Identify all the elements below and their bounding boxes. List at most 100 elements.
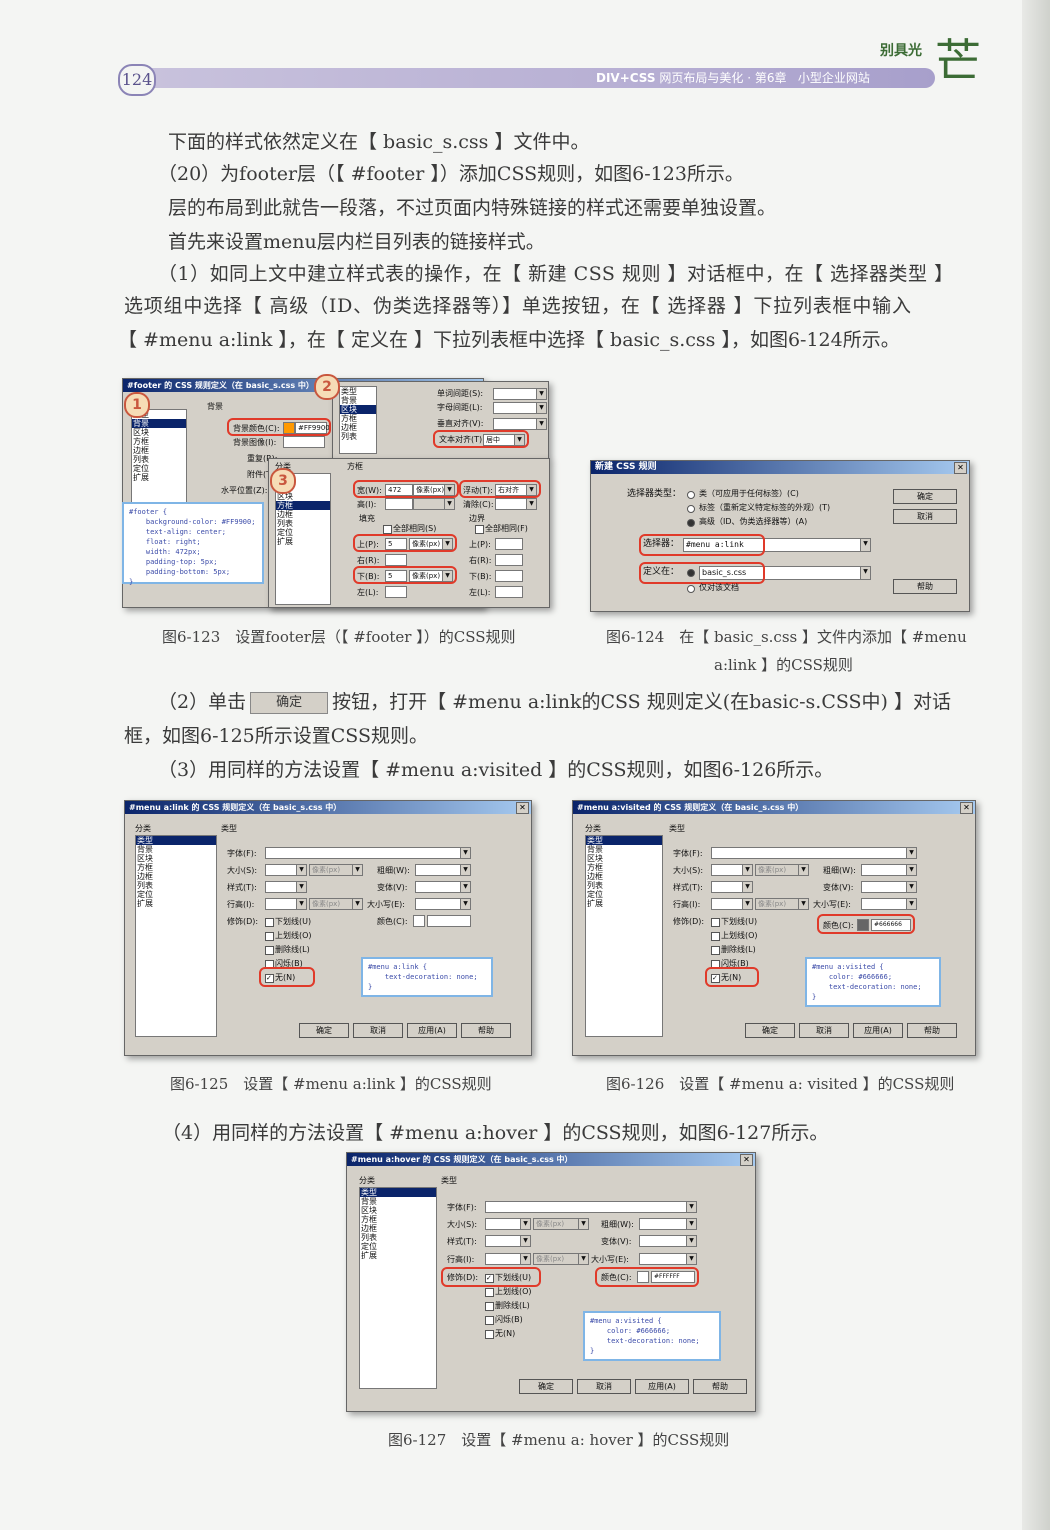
category-list[interactable]: 类型 背景 区块 方框 边框 列表 xyxy=(339,386,377,454)
category-item[interactable]: 列表 xyxy=(586,881,662,890)
help-button[interactable]: 帮助 xyxy=(693,1379,747,1394)
category-item[interactable]: 区块 xyxy=(136,854,216,863)
help-button[interactable]: 帮助 xyxy=(893,579,957,594)
category-item[interactable]: 定位 xyxy=(132,464,186,473)
close-icon[interactable]: ✕ xyxy=(516,802,529,814)
vertical-align-field[interactable]: ▼ xyxy=(493,418,547,430)
bg-image-field[interactable] xyxy=(283,436,325,448)
overline-checkbox[interactable] xyxy=(711,932,720,941)
apply-button[interactable]: 应用(A) xyxy=(407,1023,457,1038)
radio-advanced[interactable] xyxy=(687,519,695,527)
same-all-checkbox[interactable] xyxy=(383,525,392,534)
weight-select[interactable]: ▼ xyxy=(639,1218,697,1230)
size-unit-select[interactable]: 像素(px) ▼ xyxy=(309,864,363,876)
size-select[interactable]: ▼ xyxy=(265,864,307,876)
category-item[interactable]: 边框 xyxy=(276,510,330,519)
clear-field[interactable]: ▼ xyxy=(495,498,537,510)
strike-checkbox[interactable] xyxy=(485,1302,494,1311)
category-item[interactable]: 类型 xyxy=(360,1188,436,1197)
category-item[interactable]: 扩展 xyxy=(136,899,216,908)
word-spacing-field[interactable]: ▼ xyxy=(493,388,547,400)
height-field[interactable] xyxy=(385,498,413,510)
category-item[interactable]: 扩展 xyxy=(276,537,330,546)
category-item[interactable]: 方框 xyxy=(340,414,376,423)
category-item[interactable]: 扩展 xyxy=(132,473,186,482)
category-item[interactable]: 类型 xyxy=(340,387,376,396)
cancel-button[interactable]: 取消 xyxy=(353,1023,403,1038)
underline-checkbox[interactable] xyxy=(711,918,720,927)
size-select[interactable]: ▼ xyxy=(711,864,753,876)
case-select[interactable]: ▼ xyxy=(415,898,471,910)
category-item[interactable]: 区块 xyxy=(132,428,186,437)
category-item[interactable]: 扩展 xyxy=(360,1251,436,1260)
apply-button[interactable]: 应用(A) xyxy=(853,1023,903,1038)
font-select[interactable]: ▼ xyxy=(265,847,471,859)
category-item[interactable]: 列表 xyxy=(132,455,186,464)
category-item[interactable]: 背景 xyxy=(586,845,662,854)
category-item[interactable]: 方框 xyxy=(132,437,186,446)
category-item[interactable]: 列表 xyxy=(136,881,216,890)
category-list[interactable]: 类型 背景 区块 方框 边框 列表 定位 扩展 xyxy=(585,835,663,1037)
margin-top-field[interactable] xyxy=(495,538,523,550)
category-item[interactable]: 边框 xyxy=(136,872,216,881)
cancel-button[interactable]: 取消 xyxy=(893,509,957,524)
height-unit-select[interactable]: ▼ xyxy=(413,498,455,510)
category-item[interactable]: 区块 xyxy=(586,854,662,863)
radio-class[interactable] xyxy=(687,491,695,499)
weight-select[interactable]: ▼ xyxy=(861,864,917,876)
overline-checkbox[interactable] xyxy=(485,1288,494,1297)
category-item[interactable]: 背景 xyxy=(340,396,376,405)
category-item[interactable]: 区块 xyxy=(340,405,376,414)
category-item[interactable]: 定位 xyxy=(276,528,330,537)
close-icon[interactable]: ✕ xyxy=(954,462,967,474)
style-select[interactable]: ▼ xyxy=(485,1235,531,1247)
category-list[interactable]: 类型 背景 区块 方框 边框 列表 定位 扩展 xyxy=(135,835,217,1037)
margin-right-field[interactable] xyxy=(495,554,523,566)
variant-select[interactable]: ▼ xyxy=(861,881,917,893)
left-field[interactable] xyxy=(385,586,407,598)
category-item[interactable]: 列表 xyxy=(340,432,376,441)
category-item[interactable]: 列表 xyxy=(276,519,330,528)
ok-button[interactable]: 确定 xyxy=(519,1379,573,1394)
ok-button[interactable]: 确定 xyxy=(745,1023,795,1038)
category-item[interactable]: 边框 xyxy=(132,446,186,455)
variant-select[interactable]: ▼ xyxy=(639,1235,697,1247)
radio-tag[interactable] xyxy=(687,505,695,513)
font-select[interactable]: ▼ xyxy=(485,1201,697,1213)
none-checkbox[interactable] xyxy=(485,1330,494,1339)
category-item[interactable]: 区块 xyxy=(360,1206,436,1215)
category-item[interactable]: 方框 xyxy=(586,863,662,872)
apply-button[interactable]: 应用(A) xyxy=(635,1379,689,1394)
line-height-select[interactable]: ▼ xyxy=(711,898,753,910)
category-item[interactable]: 方框 xyxy=(136,863,216,872)
overline-checkbox[interactable] xyxy=(265,932,274,941)
line-height-unit-select[interactable]: 像素(px) ▼ xyxy=(309,898,363,910)
category-item[interactable]: 扩展 xyxy=(586,899,662,908)
category-item[interactable]: 边框 xyxy=(360,1224,436,1233)
category-item[interactable]: 边框 xyxy=(586,872,662,881)
category-item[interactable]: 方框 xyxy=(276,501,330,510)
font-select[interactable]: ▼ xyxy=(711,847,917,859)
help-button[interactable]: 帮助 xyxy=(907,1023,957,1038)
variant-select[interactable]: ▼ xyxy=(415,881,471,893)
category-item[interactable]: 背景 xyxy=(132,419,186,428)
underline-checkbox[interactable] xyxy=(265,918,274,927)
weight-select[interactable]: ▼ xyxy=(415,864,471,876)
size-unit-select[interactable]: 像素(px) ▼ xyxy=(533,1218,589,1230)
strike-checkbox[interactable] xyxy=(711,946,720,955)
style-select[interactable]: ▼ xyxy=(265,881,307,893)
cancel-button[interactable]: 取消 xyxy=(799,1023,849,1038)
letter-spacing-field[interactable]: ▼ xyxy=(493,402,547,414)
category-item[interactable]: 方框 xyxy=(360,1215,436,1224)
line-height-select[interactable]: ▼ xyxy=(265,898,307,910)
size-unit-select[interactable]: 像素(px) ▼ xyxy=(755,864,809,876)
close-icon[interactable]: ✕ xyxy=(740,1154,753,1166)
style-select[interactable]: ▼ xyxy=(711,881,753,893)
close-icon[interactable]: ✕ xyxy=(960,802,973,814)
color-field[interactable] xyxy=(427,915,471,927)
line-height-unit-select[interactable]: 像素(px) ▼ xyxy=(755,898,809,910)
margin-bottom-field[interactable] xyxy=(495,570,523,582)
category-item[interactable]: 定位 xyxy=(360,1242,436,1251)
strike-checkbox[interactable] xyxy=(265,946,274,955)
ok-button[interactable]: 确定 xyxy=(299,1023,349,1038)
